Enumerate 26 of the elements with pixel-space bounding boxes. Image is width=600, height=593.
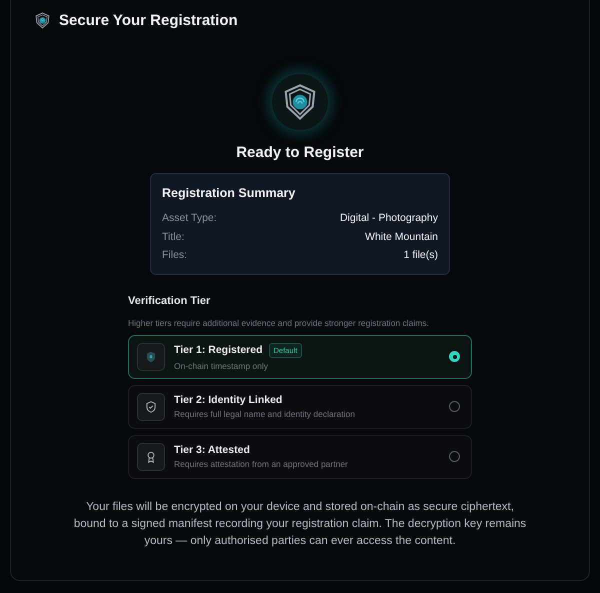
tier-detail: Requires attestation from an approved partner xyxy=(174,459,349,469)
radio-button[interactable] xyxy=(449,401,460,412)
summary-value: 1 file(s) xyxy=(404,248,438,263)
shield-check-icon xyxy=(144,400,158,414)
radio-button[interactable] xyxy=(449,451,460,462)
summary-label: Asset Type: xyxy=(162,211,217,226)
tier-name: Tier 2: Identity Linked xyxy=(174,394,282,406)
section-title: Verification Tier xyxy=(128,294,212,306)
shield-icon xyxy=(144,350,158,364)
tier-option[interactable]: Tier 2: Identity Linked Requires full legal name and identity declaration xyxy=(128,384,472,428)
section-description: Higher tiers require additional evidence and provide stronger registration claims. xyxy=(128,318,430,328)
tier-detail: Requires full legal name and identity declaration xyxy=(174,409,356,419)
tier-option[interactable]: Tier 3: Attested Requires attestation from an approved partner xyxy=(128,434,472,478)
summary-value: White Mountain xyxy=(365,230,438,244)
radio-button[interactable] xyxy=(449,351,460,362)
tier-detail: On-chain timestamp only xyxy=(174,360,270,370)
summary-value: Digital - Photography xyxy=(340,211,438,226)
tier-name: Tier 3: Attested xyxy=(174,444,250,456)
info-paragraph: Your files will be encrypted on your device and stored on-chain as secure ciphertext, bound to a signed manifest recording your registration claim. The decryption key remains yours — only authorised parties can ever access the content. xyxy=(72,500,528,548)
tier-name: Tier 1: Registered xyxy=(174,344,263,356)
summary-title: Registration Summary xyxy=(162,186,296,200)
summary-label: Files: xyxy=(162,248,188,263)
page-heading: Ready to Register xyxy=(236,144,364,161)
header-title: Secure Your Registration xyxy=(59,12,238,29)
shield-fingerprint-icon xyxy=(34,12,51,29)
summary-label: Title: xyxy=(162,230,184,244)
